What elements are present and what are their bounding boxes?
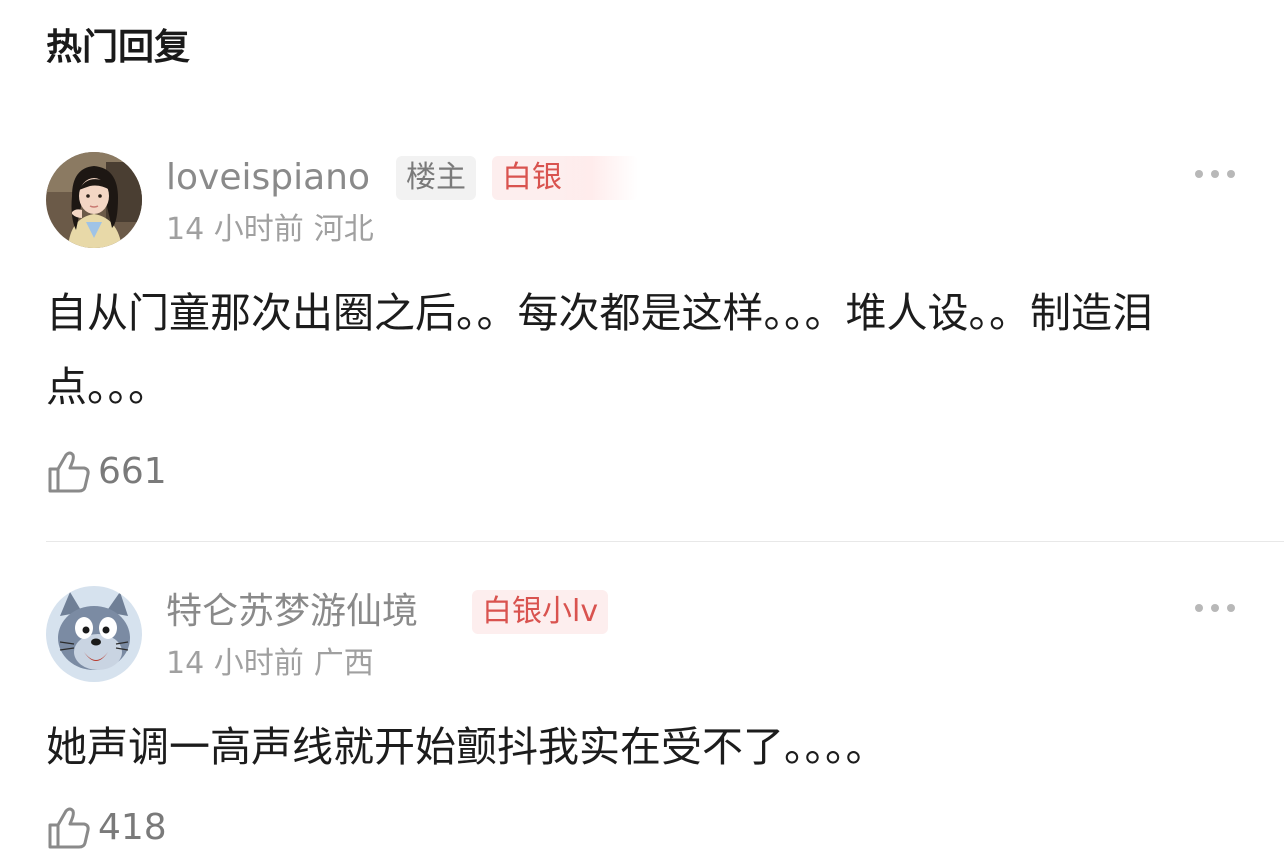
username[interactable]: loveispiano — [166, 152, 370, 204]
comment-text: 她声调一高声线就开始颤抖我实在受不了。。。。 — [46, 723, 887, 771]
comment-location: 广西 — [313, 646, 374, 681]
avatar[interactable] — [46, 152, 142, 248]
username[interactable]: 特仑苏梦游仙境 — [166, 586, 418, 638]
comment-time: 14 小时前 — [166, 646, 304, 681]
comment-time: 14 小时前 — [166, 212, 304, 247]
comment-meta: 14 小时前 河北 — [166, 210, 374, 250]
cartoon-cat-avatar-icon — [46, 586, 142, 682]
girl-portrait-avatar-icon — [46, 152, 142, 248]
thumbs-up-icon — [48, 807, 90, 849]
comment-item: 特仑苏梦游仙境 白银小lv 14 小时前 广西 她声调一高声线就开始颤抖我实在受不… — [0, 584, 1284, 860]
comment-text: 自从门童那次出圈之后。。每次都是这样。。。堆人设。。制造泪点。。。 — [46, 289, 1153, 411]
like-button[interactable]: 418 — [46, 804, 167, 852]
like-button[interactable]: 661 — [46, 448, 167, 496]
comment-item: loveispiano 楼主 白银 14 小时前 河北 自从门童那次出圈之后。。每… — [0, 150, 1284, 542]
avatar[interactable] — [46, 586, 142, 682]
comment-location: 河北 — [313, 212, 374, 247]
like-count: 661 — [98, 451, 167, 492]
like-count: 418 — [98, 807, 167, 848]
more-dots-icon[interactable] — [1192, 162, 1238, 186]
level-badge-label: 白银 — [502, 160, 562, 195]
section-title: 热门回复 — [46, 27, 191, 68]
comment-meta: 14 小时前 广西 — [166, 644, 374, 684]
level-badge: 白银小lv — [472, 590, 609, 634]
op-badge: 楼主 — [396, 156, 476, 200]
more-dots-icon[interactable] — [1192, 596, 1238, 620]
divider — [46, 541, 1284, 542]
thumbs-up-icon — [48, 451, 90, 493]
level-badge: 白银 — [492, 156, 638, 200]
